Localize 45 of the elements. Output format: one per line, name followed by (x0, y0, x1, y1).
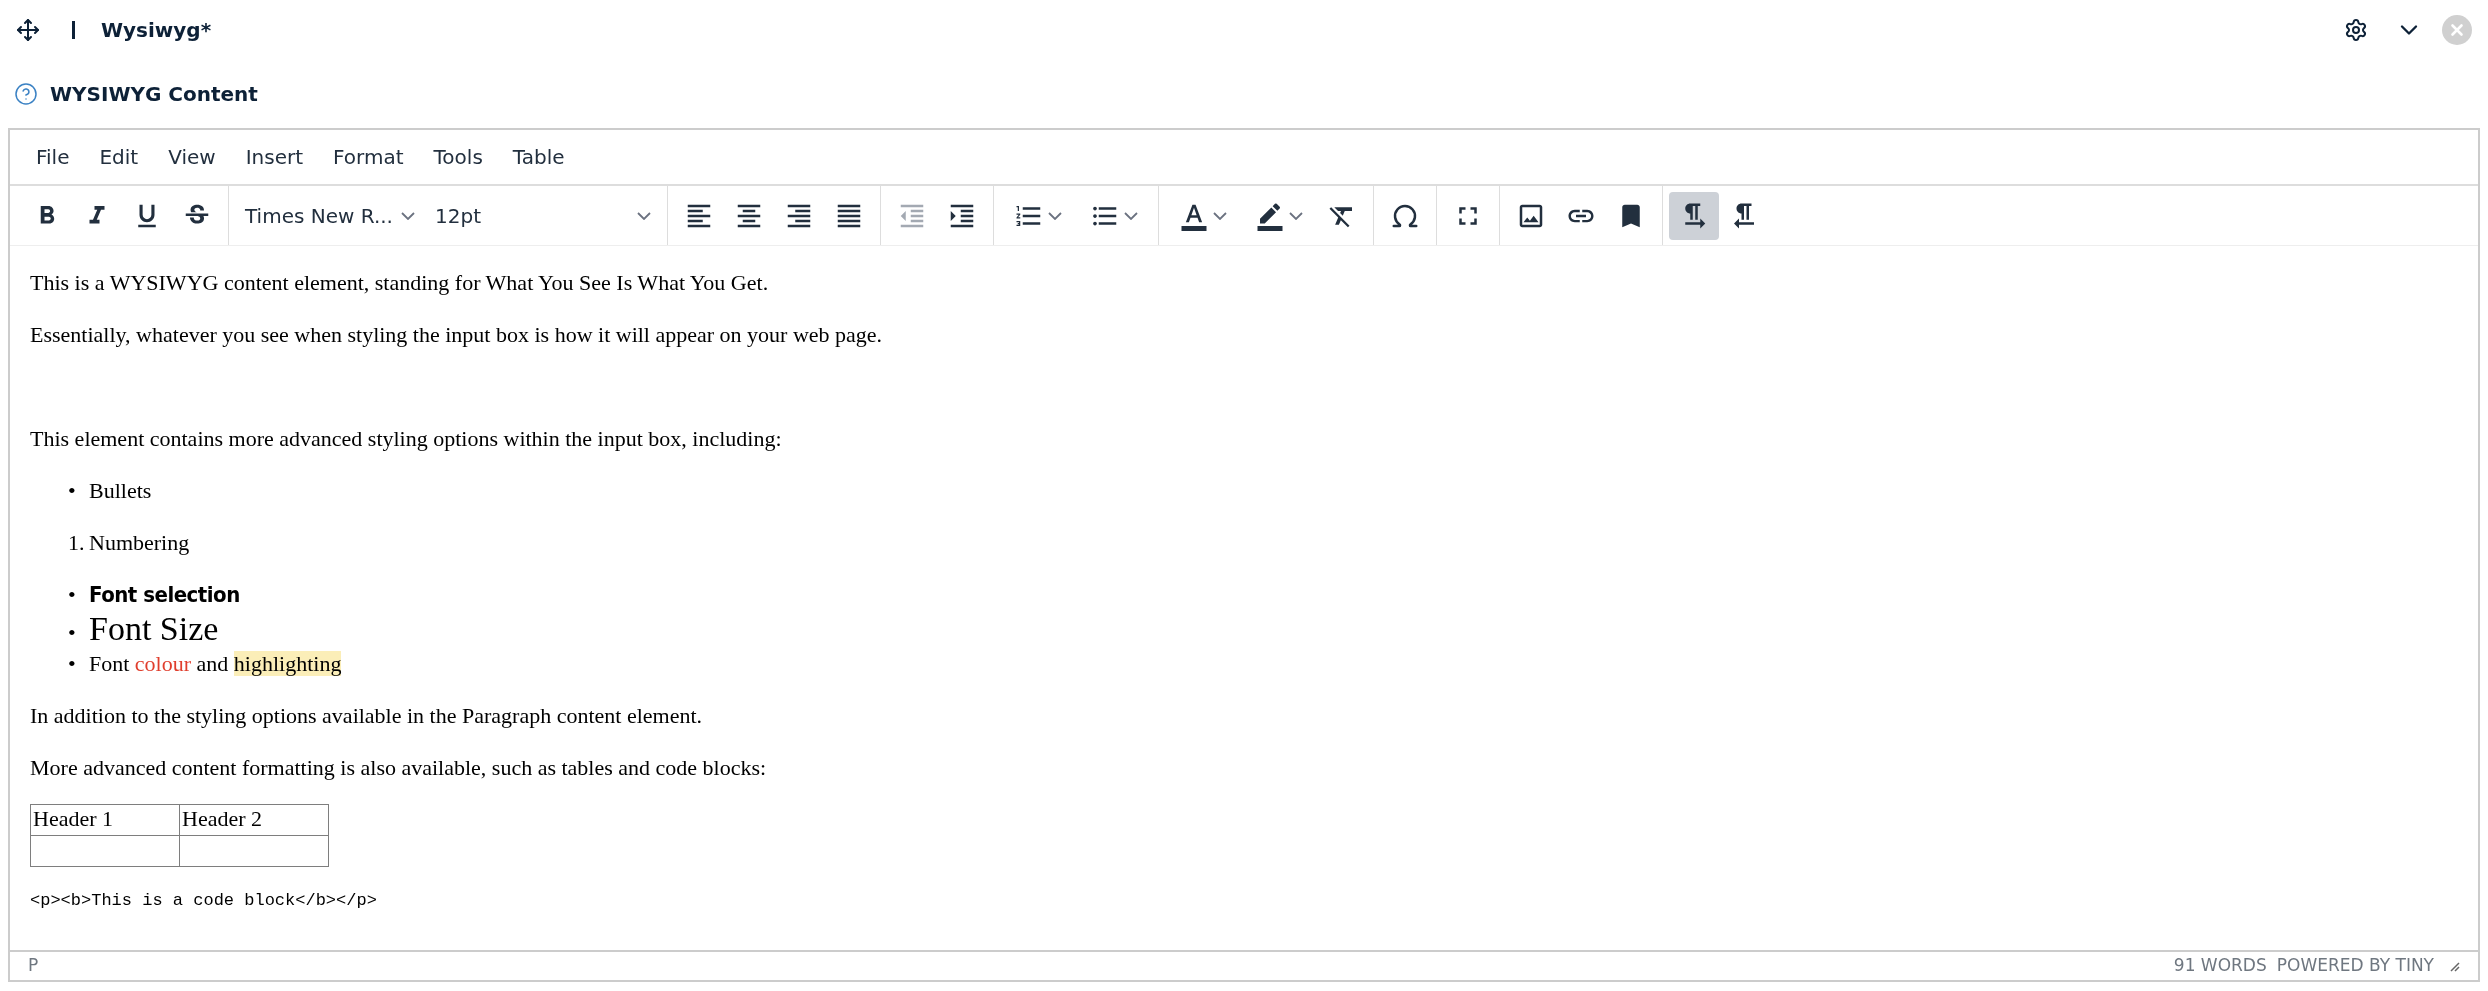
move-icon[interactable] (16, 18, 40, 42)
section-title: WYSIWYG Content (50, 81, 258, 108)
list-item-text: Font selection (89, 581, 240, 609)
branding-link[interactable]: POWERED BY TINY (2276, 953, 2434, 979)
menu-item[interactable]: Table (500, 135, 577, 179)
menu-item[interactable]: File (24, 135, 82, 179)
font-size-select[interactable]: 12pt (425, 191, 661, 240)
paragraph: In addition to the styling options available in the Paragraph content element. (30, 702, 703, 730)
list-item-text: Numbering (89, 529, 190, 557)
caret-icon (1048, 211, 1062, 220)
list-item-text: Font Size (89, 610, 219, 647)
list-marker: • (68, 581, 77, 609)
help-icon[interactable] (14, 82, 38, 106)
highlighter-icon (1255, 200, 1285, 231)
list-marker: • (68, 619, 77, 647)
list-marker: 1. (68, 529, 86, 557)
window-title: Wysiwyg* (101, 17, 212, 44)
paragraph: This is a WYSIWYG content element, standing for What You See Is What You Get. (30, 269, 769, 297)
list-marker: • (68, 477, 77, 505)
caret-icon (1289, 211, 1303, 220)
caret-icon (1213, 211, 1227, 220)
table-cell: Header 2 (179, 804, 329, 836)
close-icon (2448, 21, 2466, 39)
caret-icon (637, 211, 651, 220)
caret-icon (401, 211, 415, 220)
paragraph: Essentially, whatever you see when styling the input box is how it will appear on your web page. (30, 321, 883, 349)
list-item-text: Font colour and highlighting (89, 650, 342, 678)
menu-item[interactable]: Format (321, 135, 416, 179)
menu-item[interactable]: Tools (421, 135, 495, 179)
resize-grip-icon[interactable] (2448, 960, 2460, 972)
element-path[interactable]: P (28, 953, 39, 979)
menu-item[interactable]: Edit (87, 135, 151, 179)
table-cell: Header 1 (30, 804, 180, 836)
font-family-select[interactable]: Times New R... (235, 191, 425, 240)
menu-item[interactable]: Insert (233, 135, 316, 179)
caret-icon (1124, 211, 1138, 220)
list-marker: • (68, 650, 77, 678)
word-count[interactable]: 91 WORDS (2173, 953, 2267, 979)
settings-icon[interactable] (2344, 18, 2368, 42)
paragraph: More advanced content formatting is also available, such as tables and code blocks: (30, 754, 767, 782)
menu-item[interactable]: View (156, 135, 228, 179)
list-item-text: Bullets (89, 477, 152, 505)
code-text: <p><b>This is a code block</b></p> (30, 890, 377, 912)
paragraph: This element contains more advanced styling options within the input box, including: (30, 425, 782, 453)
left-to-right-button[interactable] (1669, 191, 1719, 240)
